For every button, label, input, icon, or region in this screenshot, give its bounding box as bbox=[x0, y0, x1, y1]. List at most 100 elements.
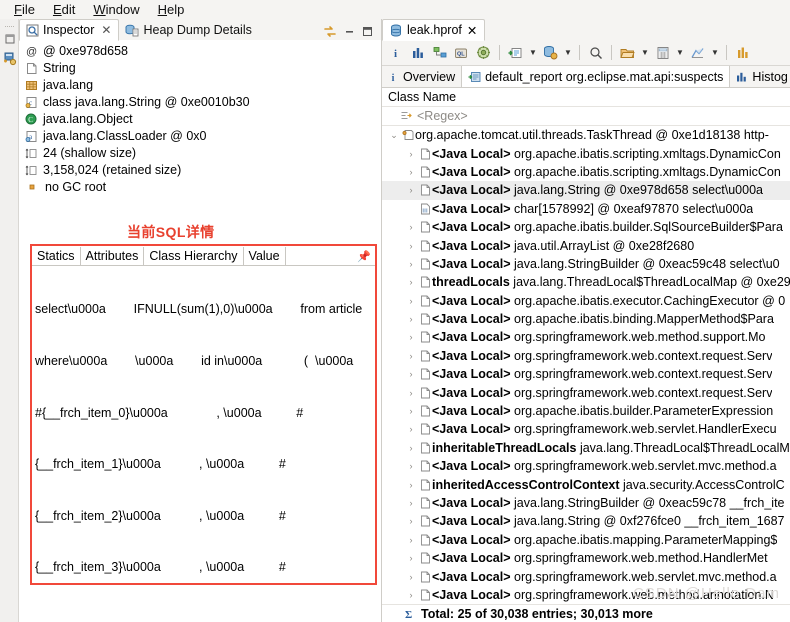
table-row[interactable]: › <Java Local> org.apache.ibatis.builder… bbox=[382, 402, 790, 420]
chevron-right-icon[interactable]: › bbox=[404, 369, 418, 379]
chevron-right-icon[interactable]: › bbox=[404, 406, 418, 416]
chevron-right-icon[interactable]: › bbox=[404, 572, 418, 582]
table-row[interactable]: › <Java Local> org.apache.ibatis.scripti… bbox=[382, 163, 790, 181]
table-row[interactable]: › <Java Local> org.apache.ibatis.scripti… bbox=[382, 144, 790, 162]
chevron-down-icon[interactable]: ▼ bbox=[563, 43, 573, 62]
chevron-right-icon[interactable]: › bbox=[404, 241, 418, 251]
inner-tab-default-report[interactable]: default_report org.eclipse.mat.api:suspe… bbox=[462, 66, 731, 87]
chevron-right-icon[interactable]: › bbox=[404, 149, 418, 159]
inner-tab-histogram[interactable]: Histog bbox=[730, 66, 790, 87]
table-row[interactable]: › <Java Local> org.springframework.web.m… bbox=[382, 328, 790, 346]
restore-perspective-icon[interactable] bbox=[0, 29, 19, 49]
maximize-icon[interactable] bbox=[362, 26, 373, 37]
regex-filter-row[interactable]: <Regex> bbox=[382, 107, 790, 126]
table-row[interactable]: › <Java Local> org.springframework.web.c… bbox=[382, 383, 790, 401]
chevron-right-icon[interactable]: › bbox=[404, 296, 418, 306]
add-view-icon[interactable] bbox=[0, 49, 19, 69]
calculator-icon[interactable] bbox=[653, 43, 672, 62]
chevron-right-icon[interactable]: › bbox=[404, 222, 418, 232]
table-row[interactable]: ⌄ org.apache.tomcat.util.threads.TaskThr… bbox=[382, 126, 790, 144]
table-row[interactable]: › <Java Local> org.springframework.web.m… bbox=[382, 549, 790, 567]
open-folder-icon[interactable] bbox=[618, 43, 637, 62]
menu-help[interactable]: Help bbox=[150, 1, 193, 18]
chevron-right-icon[interactable]: › bbox=[404, 277, 418, 287]
table-row[interactable]: › inheritedAccessControlContext java.sec… bbox=[382, 475, 790, 493]
histogram-icon[interactable] bbox=[408, 43, 427, 62]
table-row[interactable]: › threadLocals java.lang.ThreadLocal$Thr… bbox=[382, 273, 790, 291]
inspector-row-type[interactable]: String bbox=[25, 60, 381, 77]
oql-icon[interactable]: QL bbox=[452, 43, 471, 62]
chevron-right-icon[interactable]: › bbox=[404, 590, 418, 600]
inspector-row-superclass[interactable]: C java.lang.Object bbox=[25, 111, 381, 128]
chevron-right-icon[interactable]: › bbox=[404, 259, 418, 269]
minimize-icon[interactable] bbox=[344, 26, 355, 37]
inspector-row-address[interactable]: @ @ 0xe978d658 bbox=[25, 43, 381, 60]
table-row[interactable]: › <Java Local> org.apache.ibatis.executo… bbox=[382, 292, 790, 310]
chevron-down-icon[interactable]: ⌄ bbox=[387, 130, 401, 141]
menu-edit[interactable]: Edit bbox=[45, 1, 83, 18]
chevron-right-icon[interactable]: › bbox=[404, 480, 418, 490]
tab-class-hierarchy[interactable]: Class Hierarchy bbox=[144, 247, 244, 265]
table-row[interactable]: › <Java Local> org.springframework.web.c… bbox=[382, 347, 790, 365]
inner-tab-overview[interactable]: i Overview bbox=[382, 66, 463, 87]
tree-column-header[interactable]: Class Name bbox=[382, 88, 790, 107]
table-row[interactable]: › <Java Local> java.util.ArrayList @ 0xe… bbox=[382, 236, 790, 254]
chevron-right-icon[interactable]: › bbox=[404, 461, 418, 471]
chevron-right-icon[interactable]: › bbox=[404, 388, 418, 398]
info-icon[interactable]: i bbox=[386, 43, 405, 62]
table-row[interactable]: › <Java Local> java.lang.String @ 0xf276… bbox=[382, 512, 790, 530]
chevron-right-icon[interactable]: › bbox=[404, 553, 418, 563]
menu-file[interactable]: File bbox=[6, 1, 43, 18]
dominator-tree-icon[interactable] bbox=[430, 43, 449, 62]
table-row[interactable]: › <Java Local> org.apache.ibatis.binding… bbox=[382, 310, 790, 328]
inspector-row-classloader[interactable]: a java.lang.ClassLoader @ 0x0 bbox=[25, 128, 381, 145]
chevron-down-icon[interactable]: ▼ bbox=[675, 43, 685, 62]
inspector-row-shallow-size[interactable]: 24 (shallow size) bbox=[25, 145, 381, 162]
inspect-icon[interactable] bbox=[474, 43, 493, 62]
table-row[interactable]: › inheritableThreadLocals java.lang.Thre… bbox=[382, 439, 790, 457]
table-row[interactable]: › <Java Local> org.springframework.web.s… bbox=[382, 567, 790, 585]
tab-inspector-close-icon[interactable]: ✕ bbox=[101, 23, 111, 37]
menu-window[interactable]: Window bbox=[85, 1, 147, 18]
search-icon[interactable] bbox=[586, 43, 605, 62]
chevron-right-icon[interactable]: › bbox=[404, 535, 418, 545]
table-row[interactable]: › <Java Local> org.apache.ibatis.builder… bbox=[382, 218, 790, 236]
chevron-down-icon[interactable]: ▼ bbox=[528, 43, 538, 62]
inspector-row-gc-root[interactable]: no GC root bbox=[25, 179, 381, 196]
chevron-right-icon[interactable]: › bbox=[404, 516, 418, 526]
table-row[interactable]: › <Java Local> org.apache.ibatis.mapping… bbox=[382, 531, 790, 549]
table-row[interactable]: › <Java Local> java.lang.String @ 0xe978… bbox=[382, 181, 790, 200]
chevron-right-icon[interactable]: › bbox=[404, 167, 418, 177]
table-row[interactable]: › <Java Local> org.springframework.web.s… bbox=[382, 420, 790, 438]
value-text-content[interactable]: select\u000a IFNULL(sum(1),0)\u000a from… bbox=[32, 266, 375, 585]
table-row[interactable]: › <Java Local> org.springframework.web.s… bbox=[382, 457, 790, 475]
tab-heap-dump-details[interactable]: Heap Dump Details bbox=[119, 20, 258, 40]
inspector-row-class[interactable]: c class java.lang.String @ 0xe0010b30 bbox=[25, 94, 381, 111]
group-by-icon[interactable] bbox=[541, 43, 560, 62]
compare-icon[interactable] bbox=[733, 43, 752, 62]
export-icon[interactable] bbox=[688, 43, 707, 62]
tab-inspector[interactable]: Inspector ✕ bbox=[19, 19, 120, 41]
chevron-right-icon[interactable]: › bbox=[404, 332, 418, 342]
chevron-right-icon[interactable]: › bbox=[404, 424, 418, 434]
table-row[interactable]: › <Java Local> org.springframework.web.m… bbox=[382, 586, 790, 604]
tab-statics[interactable]: Statics bbox=[32, 247, 81, 265]
inspector-row-package[interactable]: java.lang bbox=[25, 77, 381, 94]
tab-attributes[interactable]: Attributes bbox=[81, 247, 145, 265]
table-row[interactable]: › <Java Local> org.springframework.web.c… bbox=[382, 365, 790, 383]
chevron-down-icon[interactable]: ▼ bbox=[710, 43, 720, 62]
inspector-row-retained-size[interactable]: 3,158,024 (retained size) bbox=[25, 162, 381, 179]
table-row[interactable]: › <Java Local> java.lang.StringBuilder @… bbox=[382, 494, 790, 512]
tab-value[interactable]: Value bbox=[244, 247, 286, 265]
dominator-tree[interactable]: ⌄ org.apache.tomcat.util.threads.TaskThr… bbox=[382, 126, 790, 604]
run-query-icon[interactable] bbox=[506, 43, 525, 62]
chevron-down-icon[interactable]: ▼ bbox=[640, 43, 650, 62]
pin-icon[interactable]: 📌 bbox=[357, 250, 371, 263]
chevron-right-icon[interactable]: › bbox=[404, 498, 418, 508]
chevron-right-icon[interactable]: › bbox=[404, 351, 418, 361]
link-with-editor-icon[interactable] bbox=[323, 25, 337, 38]
chevron-right-icon[interactable]: › bbox=[404, 185, 418, 195]
chevron-right-icon[interactable]: › bbox=[404, 443, 418, 453]
tab-leak-hprof[interactable]: leak.hprof ✕ bbox=[382, 19, 486, 41]
table-row[interactable]: <Java Local> char[1578992] @ 0xeaf97870 … bbox=[382, 200, 790, 218]
